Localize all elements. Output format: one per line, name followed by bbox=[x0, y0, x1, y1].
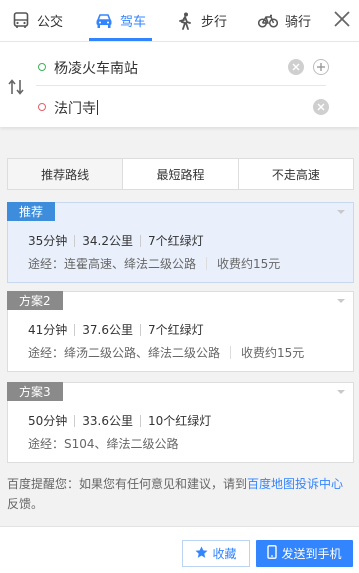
mode-label: 驾车 bbox=[120, 15, 147, 30]
plan-toll: 收费约15元 bbox=[241, 346, 305, 360]
plan-distance: 33.6公里 bbox=[82, 414, 134, 428]
plan-via-text: 途经：绛汤二级公路、绛法二级公路 bbox=[28, 346, 221, 360]
divider bbox=[140, 414, 142, 427]
transport-mode-bar: 公交 驾车 步行 骑行 bbox=[0, 0, 359, 41]
plan-via: 途经：连霍高速、绛法二级公路 收费约15元 bbox=[28, 255, 280, 272]
end-location: 法门寺 bbox=[54, 101, 96, 117]
phone-icon bbox=[267, 545, 278, 562]
plan-traffic-lights: 7个红绿灯 bbox=[148, 234, 204, 248]
plan-stats: 50分钟 33.6公里 10个红绿灯 bbox=[28, 412, 211, 429]
mode-label: 公交 bbox=[37, 15, 64, 30]
end-location-wrap: 法门寺 bbox=[54, 98, 98, 118]
plan-via-text: 途经：S104、绛法二级公路 bbox=[28, 437, 179, 451]
bike-icon bbox=[258, 12, 278, 30]
expand-icon[interactable] bbox=[337, 299, 345, 303]
tab-recommended[interactable]: 推荐路线 bbox=[8, 159, 124, 189]
tip-suffix: 反馈。 bbox=[7, 497, 44, 511]
plan-time: 41分钟 bbox=[28, 323, 68, 337]
divider bbox=[140, 323, 142, 336]
walk-icon bbox=[176, 12, 194, 30]
route-plan-card[interactable]: 推荐 35分钟 34.2公里 7个红绿灯 途经：连霍高速、绛法二级公路 收费约1… bbox=[7, 202, 354, 283]
mode-tab-drive[interactable]: 驾车 bbox=[89, 0, 153, 41]
favorite-button[interactable]: 收藏 bbox=[182, 540, 250, 567]
mode-tab-transit[interactable]: 公交 bbox=[12, 0, 63, 41]
bottom-action-bar: 收藏 发送到手机 bbox=[0, 526, 359, 573]
car-icon bbox=[95, 12, 113, 30]
plan-toll: 收费约15元 bbox=[217, 257, 281, 271]
divider bbox=[74, 323, 76, 336]
plan-label: 方案2 bbox=[7, 291, 63, 310]
divider bbox=[74, 414, 76, 427]
bus-icon bbox=[12, 12, 30, 30]
tab-no-highway[interactable]: 不走高速 bbox=[239, 159, 353, 189]
divider bbox=[74, 234, 76, 247]
send-to-phone-label: 发送到手机 bbox=[281, 547, 342, 561]
clear-start-icon[interactable] bbox=[288, 59, 304, 75]
mode-label: 骑行 bbox=[285, 15, 312, 30]
feedback-tip: 百度提醒您：如果您有任何意见和建议，请到百度地图投诉中心反馈。 bbox=[7, 474, 354, 514]
complaint-center-link[interactable]: 百度地图投诉中心 bbox=[247, 477, 343, 491]
star-icon bbox=[195, 546, 208, 562]
plan-distance: 37.6公里 bbox=[82, 323, 134, 337]
plan-traffic-lights: 10个红绿灯 bbox=[148, 414, 212, 428]
plan-label: 方案3 bbox=[7, 382, 63, 401]
plan-stats: 35分钟 34.2公里 7个红绿灯 bbox=[28, 232, 204, 249]
text-caret bbox=[97, 100, 98, 115]
start-dot-icon bbox=[38, 63, 46, 71]
mode-label: 步行 bbox=[201, 15, 228, 30]
end-dot-icon bbox=[38, 103, 46, 111]
mode-tab-walk[interactable]: 步行 bbox=[176, 0, 227, 41]
route-plan-card[interactable]: 方案2 41分钟 37.6公里 7个红绿灯 途经：绛汤二级公路、绛法二级公路 收… bbox=[7, 291, 354, 372]
plan-label: 推荐 bbox=[7, 202, 56, 221]
plan-distance: 34.2公里 bbox=[82, 234, 134, 248]
add-waypoint-icon[interactable] bbox=[313, 59, 329, 75]
route-preference-tabs: 推荐路线 最短路程 不走高速 bbox=[7, 158, 354, 190]
plan-via: 途经：S104、绛法二级公路 bbox=[28, 435, 179, 452]
mode-tab-bike[interactable]: 骑行 bbox=[258, 0, 311, 41]
plan-traffic-lights: 7个红绿灯 bbox=[148, 323, 204, 337]
route-input-panel: 杨凌火车南站 法门寺 bbox=[0, 41, 359, 127]
plan-time: 35分钟 bbox=[28, 234, 68, 248]
expand-icon[interactable] bbox=[337, 390, 345, 394]
divider bbox=[140, 234, 142, 247]
clear-end-icon[interactable] bbox=[313, 99, 329, 115]
end-field[interactable]: 法门寺 bbox=[36, 88, 329, 126]
divider bbox=[230, 346, 232, 359]
divider bbox=[206, 257, 208, 270]
close-icon[interactable] bbox=[331, 8, 353, 30]
start-location: 杨凌火车南站 bbox=[54, 61, 138, 77]
tab-shortest[interactable]: 最短路程 bbox=[123, 159, 239, 189]
plan-via: 途经：绛汤二级公路、绛法二级公路 收费约15元 bbox=[28, 344, 304, 361]
plan-via-text: 途经：连霍高速、绛法二级公路 bbox=[28, 257, 197, 271]
expand-icon[interactable] bbox=[337, 210, 345, 214]
swap-icon[interactable] bbox=[7, 78, 25, 96]
tip-text: 百度提醒您：如果您有任何意见和建议，请到 bbox=[7, 477, 248, 491]
plan-time: 50分钟 bbox=[28, 414, 68, 428]
start-field[interactable]: 杨凌火车南站 bbox=[36, 48, 329, 86]
send-to-phone-button[interactable]: 发送到手机 bbox=[256, 540, 353, 567]
plan-stats: 41分钟 37.6公里 7个红绿灯 bbox=[28, 321, 204, 338]
route-plan-card[interactable]: 方案3 50分钟 33.6公里 10个红绿灯 途经：S104、绛法二级公路 bbox=[7, 382, 354, 463]
favorite-label: 收藏 bbox=[212, 547, 237, 561]
